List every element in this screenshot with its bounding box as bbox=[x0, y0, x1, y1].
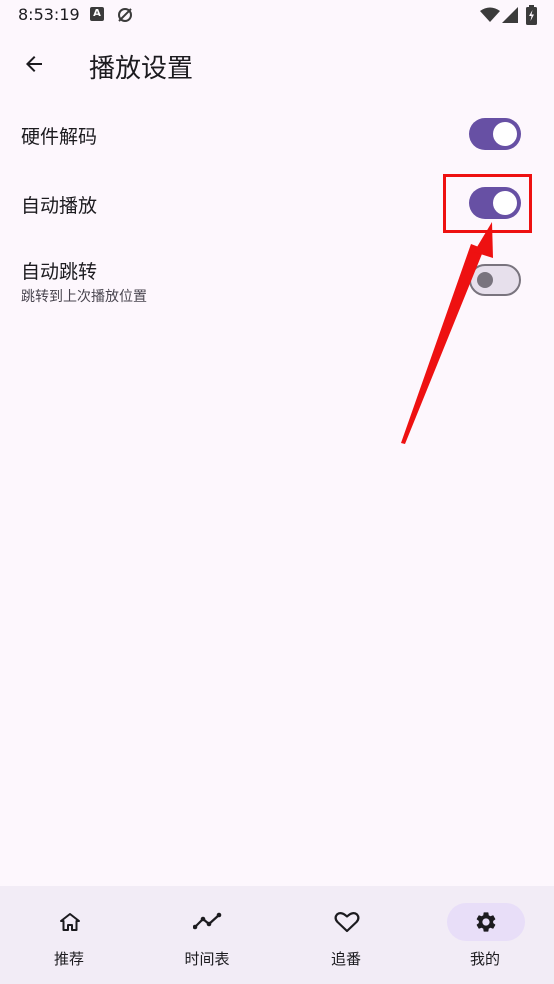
setting-title-auto-play: 自动播放 bbox=[21, 195, 98, 217]
nav-pill bbox=[31, 903, 109, 941]
nav-pill-active bbox=[447, 903, 525, 941]
heart-icon bbox=[334, 912, 360, 933]
auto-skip-switch[interactable] bbox=[469, 264, 521, 296]
nav-label-following: 追番 bbox=[330, 950, 361, 968]
setting-row-hardware-decode[interactable]: 硬件解码 bbox=[0, 100, 554, 168]
setting-subtitle-auto-skip: 跳转到上次播放位置 bbox=[21, 289, 147, 305]
page-title: 播放设置 bbox=[89, 54, 194, 84]
nav-pill bbox=[169, 903, 247, 941]
annotation-highlight-box bbox=[443, 174, 532, 233]
nav-label-timeline: 时间表 bbox=[184, 950, 230, 968]
hardware-decode-switch[interactable] bbox=[469, 118, 521, 150]
no-sync-icon bbox=[118, 8, 132, 22]
home-icon bbox=[60, 913, 80, 931]
nav-label-mine: 我的 bbox=[469, 950, 500, 968]
arrow-back-icon bbox=[26, 56, 42, 72]
setting-row-auto-skip[interactable]: 自动跳转 跳转到上次播放位置 bbox=[0, 238, 554, 318]
setting-title-auto-skip: 自动跳转 bbox=[21, 261, 98, 283]
nav-label-recommend: 推荐 bbox=[53, 950, 84, 968]
play-settings-screen: 8:53:19 A 播放设置 硬件解码 自动播放 自动跳转 跳转到上次播放位置 … bbox=[0, 0, 554, 984]
nav-item-recommend[interactable]: 推荐 bbox=[0, 886, 138, 984]
gear-icon bbox=[476, 912, 496, 932]
nav-item-timeline[interactable]: 时间表 bbox=[138, 886, 276, 984]
accessibility-a-icon: A bbox=[90, 7, 104, 21]
status-bar: 8:53:19 A bbox=[0, 0, 554, 32]
top-app-bar: 播放设置 bbox=[0, 32, 554, 96]
wifi-icon bbox=[480, 7, 500, 22]
nav-item-mine[interactable]: 我的 bbox=[416, 886, 554, 984]
signal-icon bbox=[502, 7, 518, 23]
nav-item-following[interactable]: 追番 bbox=[277, 886, 415, 984]
timeline-icon bbox=[193, 912, 222, 930]
status-time: 8:53:19 bbox=[18, 5, 80, 24]
nav-pill bbox=[308, 903, 386, 941]
switch-thumb bbox=[477, 272, 493, 288]
switch-thumb bbox=[493, 122, 517, 146]
battery-charging-icon bbox=[526, 5, 537, 25]
setting-title-hardware-decode: 硬件解码 bbox=[21, 126, 98, 148]
bottom-navigation: 推荐 时间表 追番 我的 bbox=[0, 886, 554, 984]
back-button[interactable] bbox=[14, 44, 54, 84]
